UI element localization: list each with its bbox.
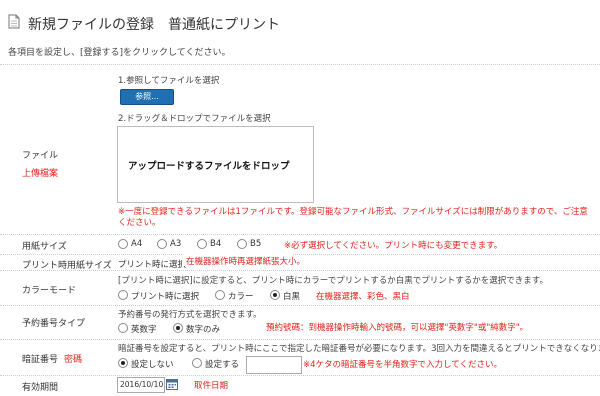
- print-size-value: プリント時に選択: [118, 260, 187, 270]
- paper-size-radio-a4[interactable]: [118, 239, 128, 249]
- page-header: 新規ファイルの登録 普通紙にプリント: [0, 0, 600, 40]
- expiry-annotation: 取件日期: [194, 381, 229, 391]
- paper-size-radio-a3[interactable]: [157, 239, 167, 249]
- expiry-label: 有効期間: [22, 383, 59, 393]
- calendar-icon[interactable]: [166, 378, 178, 390]
- browse-button[interactable]: 参照...: [120, 89, 174, 105]
- paper-size-radio-b4[interactable]: [197, 239, 207, 249]
- print-size-annotation: 在機器操作時再選擇紙張大小。: [186, 257, 306, 267]
- drop-zone-text: アップロードするファイルをドロップ: [128, 161, 290, 172]
- file-label-annotation: 上傳檔案: [22, 169, 59, 179]
- pin-radio-set[interactable]: [192, 358, 202, 368]
- pin-label-annotation: 密碼: [64, 355, 83, 365]
- reservation-option-alnum: 英数字: [131, 325, 157, 335]
- pin-option-none: 設定しない: [131, 360, 174, 370]
- color-mode-description: [プリント時に選択]に設定すると、プリント時にカラーでプリントするか白黒でプリン…: [118, 276, 548, 286]
- annotation-backdrop: 預約號碼：到機器操作時輸入的號碼，可以選擇"英數字"或"純數字"。: [262, 318, 562, 333]
- drop-zone[interactable]: アップロードするファイルをドロップ: [117, 126, 314, 203]
- color-mode-annotation: 在機器選擇、彩色、黑白: [316, 292, 410, 302]
- color-mode-radio-color[interactable]: [215, 290, 225, 300]
- reservation-radio-numeric[interactable]: [173, 323, 183, 333]
- reservation-type-description: 予約番号の発行方式を選択できます。: [118, 310, 262, 320]
- paper-size-option-b5: B5: [250, 239, 262, 249]
- step1-text: 1.参照してファイルを選択: [118, 76, 220, 86]
- page-title: 新規ファイルの登録 普通紙にプリント: [28, 17, 280, 33]
- expiry-row: [0, 375, 600, 396]
- paper-size-option-a3: A3: [170, 239, 182, 249]
- pin-option-set: 設定する: [205, 360, 240, 370]
- reservation-type-annotation: 預約號碼：到機器操作時輸入的號碼，可以選擇"英數字"或"純數字"。: [266, 323, 529, 333]
- instruction-text: 各項目を設定し、[登録する]をクリックしてください。: [8, 48, 231, 58]
- expiry-date-input[interactable]: 2016/10/10: [117, 377, 165, 393]
- reservation-type-label: 予約番号タイプ: [22, 319, 86, 329]
- paper-size-option-b4: B4: [210, 239, 222, 249]
- color-mode-option-color: カラー: [228, 292, 254, 302]
- file-note: ※一度に登録できるファイルは1ファイルです。登録可能なファイル形式、ファイルサイ…: [118, 207, 588, 228]
- pin-label: 暗証番号: [22, 355, 59, 365]
- file-label: ファイル: [22, 151, 59, 161]
- reservation-radio-alnum[interactable]: [118, 323, 128, 333]
- color-mode-label: カラーモード: [22, 286, 77, 296]
- color-mode-option-mono: 白黒: [283, 292, 301, 302]
- pin-input[interactable]: [246, 356, 302, 374]
- paper-size-note: ※必ず選択してください。プリント時にも変更できます。: [284, 241, 503, 251]
- annotation-backdrop: 在機器操作時再選擇紙張大小。: [182, 253, 305, 267]
- color-mode-radio-print-time[interactable]: [118, 290, 128, 300]
- step2-text: 2.ドラッグ＆ドロップでファイルを選択: [118, 114, 271, 124]
- paper-size-radio-b5[interactable]: [237, 239, 247, 249]
- reservation-option-numeric: 数字のみ: [186, 325, 221, 335]
- pin-description: 暗証番号を設定すると、プリント時にここで指定した暗証番号が必要になります。3回入…: [118, 344, 600, 354]
- annotation-backdrop: 取件日期: [190, 377, 280, 392]
- paper-size-option-a4: A4: [131, 239, 143, 249]
- pin-radio-none[interactable]: [118, 358, 128, 368]
- color-mode-radio-mono[interactable]: [270, 290, 280, 300]
- color-mode-option-print-time: プリント時に選択: [131, 292, 200, 302]
- paper-size-label: 用紙サイズ: [22, 242, 67, 252]
- document-icon: [8, 14, 20, 29]
- pin-note: ※4ケタの暗証番号を半角数字で入力してください。: [303, 360, 503, 370]
